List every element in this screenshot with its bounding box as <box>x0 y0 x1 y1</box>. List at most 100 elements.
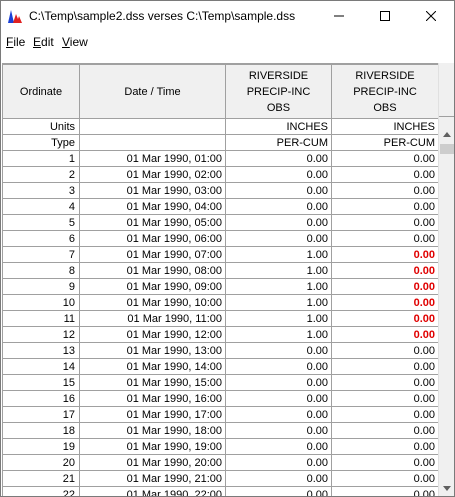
maximize-button[interactable] <box>362 1 408 31</box>
datetime-cell[interactable]: 01 Mar 1990, 21:00 <box>79 470 226 487</box>
datetime-cell[interactable]: 01 Mar 1990, 15:00 <box>79 374 226 391</box>
series-1-cell[interactable]: 0.00 <box>225 230 332 247</box>
table-row: 13 01 Mar 1990, 13:00 0.00 0.00 <box>2 342 439 359</box>
datetime-cell[interactable]: 01 Mar 1990, 09:00 <box>79 278 226 295</box>
series-1-cell[interactable]: 0.00 <box>225 342 332 359</box>
table-row: 15 01 Mar 1990, 15:00 0.00 0.00 <box>2 374 439 391</box>
datetime-cell[interactable]: 01 Mar 1990, 11:00 <box>79 310 226 327</box>
units-series-1[interactable]: INCHES <box>225 118 332 135</box>
series-1-cell[interactable]: 0.00 <box>225 374 332 391</box>
type-datetime-cell[interactable] <box>79 134 226 151</box>
datetime-cell[interactable]: 01 Mar 1990, 06:00 <box>79 230 226 247</box>
scroll-thumb[interactable] <box>440 144 454 154</box>
series-2-cell[interactable]: 0.00 <box>331 486 439 496</box>
series-2-cell[interactable]: 0.00 <box>331 262 439 279</box>
datetime-cell[interactable]: 01 Mar 1990, 22:00 <box>79 486 226 496</box>
series-1-cell[interactable]: 0.00 <box>225 470 332 487</box>
datetime-cell[interactable]: 01 Mar 1990, 04:00 <box>79 198 226 215</box>
ordinate-cell: 11 <box>2 310 80 327</box>
header-series-2[interactable]: RIVERSIDE PRECIP-INC OBS <box>331 64 439 119</box>
datetime-cell[interactable]: 01 Mar 1990, 01:00 <box>79 150 226 167</box>
series-1-cell[interactable]: 0.00 <box>225 166 332 183</box>
datetime-cell[interactable]: 01 Mar 1990, 16:00 <box>79 390 226 407</box>
datetime-cell[interactable]: 01 Mar 1990, 03:00 <box>79 182 226 199</box>
close-button[interactable] <box>408 1 454 31</box>
series-2-cell[interactable]: 0.00 <box>331 326 439 343</box>
minimize-button[interactable] <box>316 1 362 31</box>
menu-edit[interactable]: Edit <box>33 35 54 49</box>
series-1-cell[interactable]: 0.00 <box>225 454 332 471</box>
datetime-cell[interactable]: 01 Mar 1990, 10:00 <box>79 294 226 311</box>
series-2-cell[interactable]: 0.00 <box>331 390 439 407</box>
data-table[interactable]: Ordinate Date / Time RIVERSIDE PRECIP-IN… <box>2 64 439 496</box>
series-2-cell[interactable]: 0.00 <box>331 422 439 439</box>
series-2-cell[interactable]: 0.00 <box>331 182 439 199</box>
series-2-cell[interactable]: 0.00 <box>331 278 439 295</box>
series-1-cell[interactable]: 0.00 <box>225 438 332 455</box>
ordinate-cell: 20 <box>2 454 80 471</box>
series-2-cell[interactable]: 0.00 <box>331 214 439 231</box>
series-2-cell[interactable]: 0.00 <box>331 358 439 375</box>
series-2-cell[interactable]: 0.00 <box>331 310 439 327</box>
datetime-cell[interactable]: 01 Mar 1990, 02:00 <box>79 166 226 183</box>
title-bar[interactable]: C:\Temp\sample2.dss verses C:\Temp\sampl… <box>1 1 454 31</box>
series-2-cell[interactable]: 0.00 <box>331 438 439 455</box>
datetime-cell[interactable]: 01 Mar 1990, 08:00 <box>79 262 226 279</box>
menu-view[interactable]: View <box>62 35 88 49</box>
header-datetime[interactable]: Date / Time <box>79 64 226 119</box>
series-2-cell[interactable]: 0.00 <box>331 150 439 167</box>
series-2-cell[interactable]: 0.00 <box>331 374 439 391</box>
series-1-cell[interactable]: 1.00 <box>225 262 332 279</box>
series-2-cell[interactable]: 0.00 <box>331 342 439 359</box>
series-1-cell[interactable]: 1.00 <box>225 246 332 263</box>
datetime-cell[interactable]: 01 Mar 1990, 05:00 <box>79 214 226 231</box>
datetime-cell[interactable]: 01 Mar 1990, 19:00 <box>79 438 226 455</box>
series-2-cell[interactable]: 0.00 <box>331 246 439 263</box>
table-row: 6 01 Mar 1990, 06:00 0.00 0.00 <box>2 230 439 247</box>
series-1-cell[interactable]: 1.00 <box>225 294 332 311</box>
header-ordinate[interactable]: Ordinate <box>2 64 80 119</box>
series-1-cell[interactable]: 1.00 <box>225 310 332 327</box>
datetime-cell[interactable]: 01 Mar 1990, 18:00 <box>79 422 226 439</box>
series-1-cell[interactable]: 0.00 <box>225 198 332 215</box>
datetime-cell[interactable]: 01 Mar 1990, 12:00 <box>79 326 226 343</box>
series-2-cell[interactable]: 0.00 <box>331 470 439 487</box>
series-1-cell[interactable]: 0.00 <box>225 390 332 407</box>
header-series-1[interactable]: RIVERSIDE PRECIP-INC OBS <box>225 64 332 119</box>
type-series-1[interactable]: PER-CUM <box>225 134 332 151</box>
series-1-cell[interactable]: 0.00 <box>225 150 332 167</box>
menu-file[interactable]: File <box>6 35 25 49</box>
ordinate-cell: 14 <box>2 358 80 375</box>
datetime-cell[interactable]: 01 Mar 1990, 17:00 <box>79 406 226 423</box>
units-datetime-cell[interactable] <box>79 118 226 135</box>
type-series-2[interactable]: PER-CUM <box>331 134 439 151</box>
units-series-2[interactable]: INCHES <box>331 118 439 135</box>
scroll-up-button[interactable] <box>439 126 454 142</box>
series-2-cell[interactable]: 0.00 <box>331 406 439 423</box>
table-row: 16 01 Mar 1990, 16:00 0.00 0.00 <box>2 390 439 407</box>
table-row: 21 01 Mar 1990, 21:00 0.00 0.00 <box>2 470 439 487</box>
datetime-cell[interactable]: 01 Mar 1990, 20:00 <box>79 454 226 471</box>
series-1-cell[interactable]: 0.00 <box>225 406 332 423</box>
ordinate-cell: 7 <box>2 246 80 263</box>
datetime-cell[interactable]: 01 Mar 1990, 13:00 <box>79 342 226 359</box>
series-2-cell[interactable]: 0.00 <box>331 198 439 215</box>
series-1-cell[interactable]: 0.00 <box>225 486 332 496</box>
table-row: 2 01 Mar 1990, 02:00 0.00 0.00 <box>2 166 439 183</box>
series-2-cell[interactable]: 0.00 <box>331 166 439 183</box>
series-1-cell[interactable]: 0.00 <box>225 214 332 231</box>
series-1-cell[interactable]: 0.00 <box>225 358 332 375</box>
scroll-down-button[interactable] <box>439 480 454 496</box>
series-2-cell[interactable]: 0.00 <box>331 454 439 471</box>
data-table-area[interactable]: Ordinate Date / Time RIVERSIDE PRECIP-IN… <box>2 63 454 496</box>
series-1-cell[interactable]: 1.00 <box>225 326 332 343</box>
minimize-icon <box>334 15 344 17</box>
series-1-cell[interactable]: 0.00 <box>225 422 332 439</box>
series-1-cell[interactable]: 0.00 <box>225 182 332 199</box>
vertical-scrollbar[interactable] <box>438 63 454 496</box>
series-1-cell[interactable]: 1.00 <box>225 278 332 295</box>
series-2-cell[interactable]: 0.00 <box>331 230 439 247</box>
datetime-cell[interactable]: 01 Mar 1990, 07:00 <box>79 246 226 263</box>
datetime-cell[interactable]: 01 Mar 1990, 14:00 <box>79 358 226 375</box>
series-2-cell[interactable]: 0.00 <box>331 294 439 311</box>
